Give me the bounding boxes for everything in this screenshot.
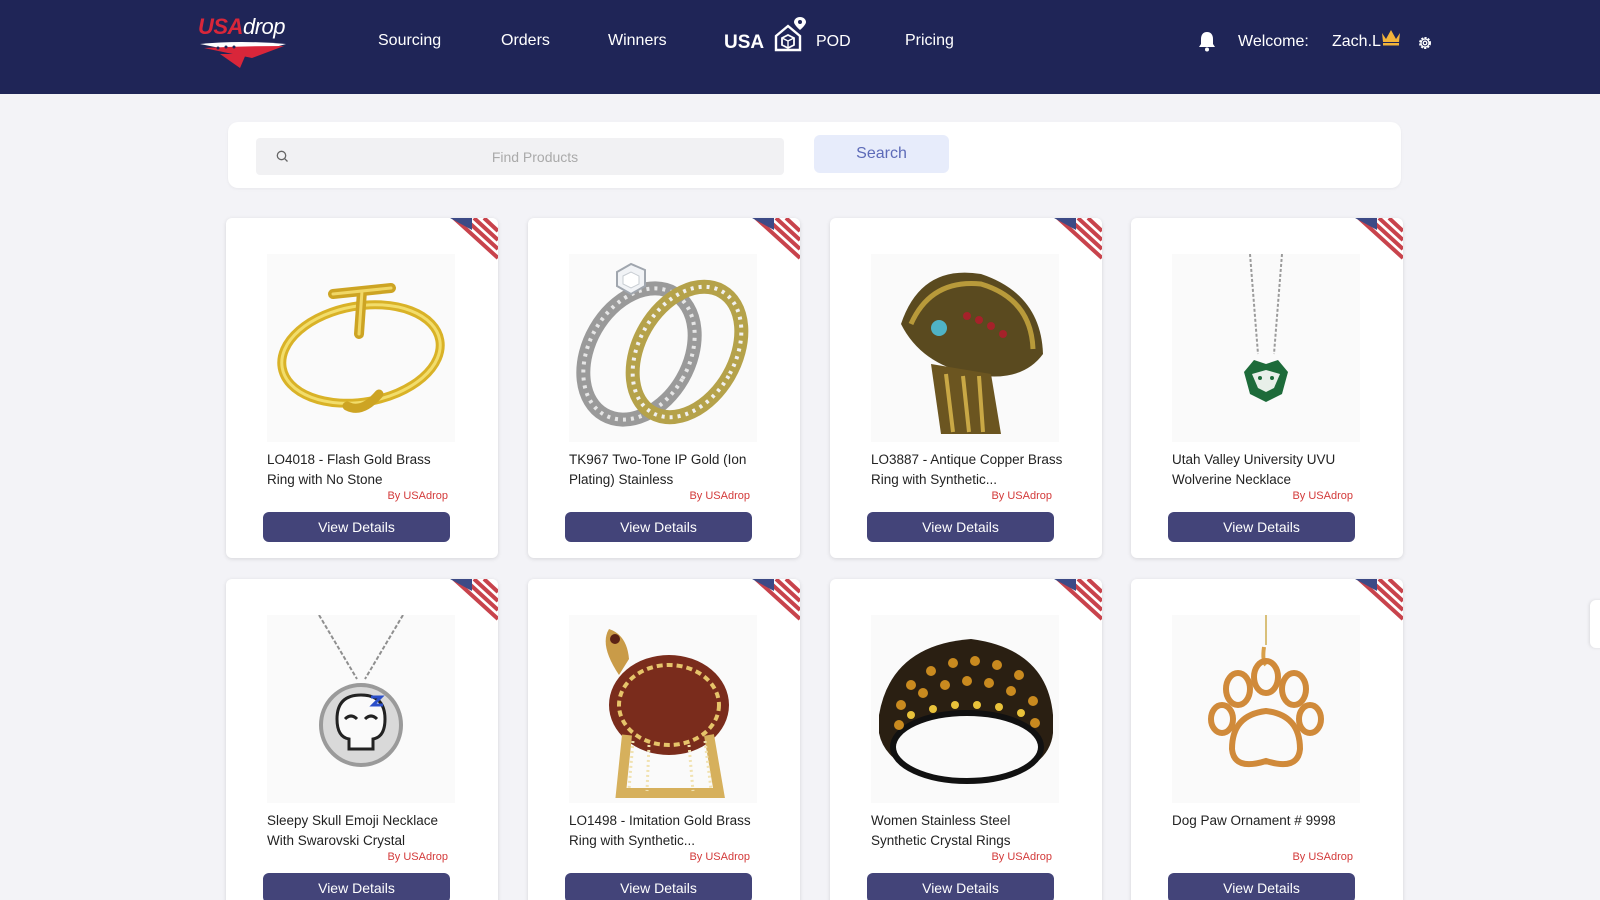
nav-usa-label: USA bbox=[724, 32, 765, 53]
product-vendor: By USAdrop bbox=[689, 490, 750, 502]
view-details-button[interactable]: View Details bbox=[1168, 873, 1355, 900]
product-card[interactable]: Sleepy Skull Emoji Necklace With Swarovs… bbox=[226, 579, 498, 900]
usadrop-logo[interactable]: USAdrop bbox=[198, 14, 290, 72]
welcome-label: Welcome: bbox=[1238, 33, 1309, 50]
product-title[interactable]: Women Stainless Steel Synthetic Crystal … bbox=[871, 811, 1066, 851]
view-details-button[interactable]: View Details bbox=[263, 512, 450, 542]
house-location-icon bbox=[774, 17, 806, 52]
product-title[interactable]: LO3887 - Antique Copper Brass Ring with … bbox=[871, 450, 1066, 490]
top-nav-bar: USAdrop Sourcing Orders Winners USA POD … bbox=[0, 0, 1600, 94]
product-image[interactable] bbox=[267, 254, 455, 442]
bell-icon[interactable] bbox=[1197, 30, 1217, 52]
view-details-button[interactable]: View Details bbox=[565, 873, 752, 900]
product-vendor: By USAdrop bbox=[387, 851, 448, 863]
us-flag-icon bbox=[752, 579, 800, 623]
us-flag-icon bbox=[1054, 218, 1102, 262]
product-image[interactable] bbox=[871, 615, 1059, 803]
search-button[interactable]: Search bbox=[814, 135, 949, 173]
product-title[interactable]: Utah Valley University UVU Wolverine Nec… bbox=[1172, 450, 1367, 490]
us-flag-icon bbox=[450, 579, 498, 623]
us-flag-icon bbox=[752, 218, 800, 262]
product-card[interactable]: LO4018 - Flash Gold Brass Ring with No S… bbox=[226, 218, 498, 558]
side-drawer-tab[interactable] bbox=[1590, 600, 1600, 648]
product-vendor: By USAdrop bbox=[1292, 490, 1353, 502]
logo-swoosh-icon bbox=[200, 42, 286, 68]
product-card[interactable]: Dog Paw Ornament # 9998 By USAdrop View … bbox=[1131, 579, 1403, 900]
product-image[interactable] bbox=[871, 254, 1059, 442]
view-details-button[interactable]: View Details bbox=[867, 873, 1054, 900]
us-flag-icon bbox=[1355, 579, 1403, 623]
user-name[interactable]: Zach.L bbox=[1332, 33, 1381, 51]
product-title[interactable]: LO4018 - Flash Gold Brass Ring with No S… bbox=[267, 450, 462, 490]
product-vendor: By USAdrop bbox=[991, 490, 1052, 502]
product-image[interactable] bbox=[569, 615, 757, 803]
product-title[interactable]: Dog Paw Ornament # 9998 bbox=[1172, 811, 1367, 851]
product-card[interactable]: TK967 Two-Tone IP Gold (Ion Plating) Sta… bbox=[528, 218, 800, 558]
product-card[interactable]: LO3887 - Antique Copper Brass Ring with … bbox=[830, 218, 1102, 558]
product-image[interactable] bbox=[569, 254, 757, 442]
search-input[interactable] bbox=[300, 138, 770, 175]
view-details-button[interactable]: View Details bbox=[565, 512, 752, 542]
nav-sourcing[interactable]: Sourcing bbox=[378, 32, 441, 50]
product-vendor: By USAdrop bbox=[387, 490, 448, 502]
logo-wordmark: USAdrop bbox=[198, 14, 286, 39]
nav-winners[interactable]: Winners bbox=[608, 32, 667, 50]
product-image[interactable] bbox=[1172, 615, 1360, 803]
product-image[interactable] bbox=[267, 615, 455, 803]
search-box bbox=[256, 138, 784, 175]
us-flag-icon bbox=[1054, 579, 1102, 623]
product-image[interactable] bbox=[1172, 254, 1360, 442]
product-title[interactable]: TK967 Two-Tone IP Gold (Ion Plating) Sta… bbox=[569, 450, 764, 490]
product-vendor: By USAdrop bbox=[689, 851, 750, 863]
search-icon bbox=[276, 150, 288, 162]
us-flag-icon bbox=[450, 218, 498, 262]
product-vendor: By USAdrop bbox=[1292, 851, 1353, 863]
search-panel: Search bbox=[228, 122, 1401, 188]
nav-usa-pod[interactable]: USA POD bbox=[724, 16, 859, 64]
nav-orders[interactable]: Orders bbox=[501, 32, 550, 50]
view-details-button[interactable]: View Details bbox=[263, 873, 450, 900]
nav-pricing[interactable]: Pricing bbox=[905, 32, 954, 50]
view-details-button[interactable]: View Details bbox=[867, 512, 1054, 542]
product-card[interactable]: LO1498 - Imitation Gold Brass Ring with … bbox=[528, 579, 800, 900]
gear-icon[interactable] bbox=[1417, 35, 1433, 51]
product-card[interactable]: Women Stainless Steel Synthetic Crystal … bbox=[830, 579, 1102, 900]
crown-icon bbox=[1382, 30, 1400, 46]
product-title[interactable]: Sleepy Skull Emoji Necklace With Swarovs… bbox=[267, 811, 462, 851]
us-flag-icon bbox=[1355, 218, 1403, 262]
product-title[interactable]: LO1498 - Imitation Gold Brass Ring with … bbox=[569, 811, 764, 851]
product-vendor: By USAdrop bbox=[991, 851, 1052, 863]
view-details-button[interactable]: View Details bbox=[1168, 512, 1355, 542]
nav-pod-label: POD bbox=[816, 33, 851, 50]
product-card[interactable]: Utah Valley University UVU Wolverine Nec… bbox=[1131, 218, 1403, 558]
